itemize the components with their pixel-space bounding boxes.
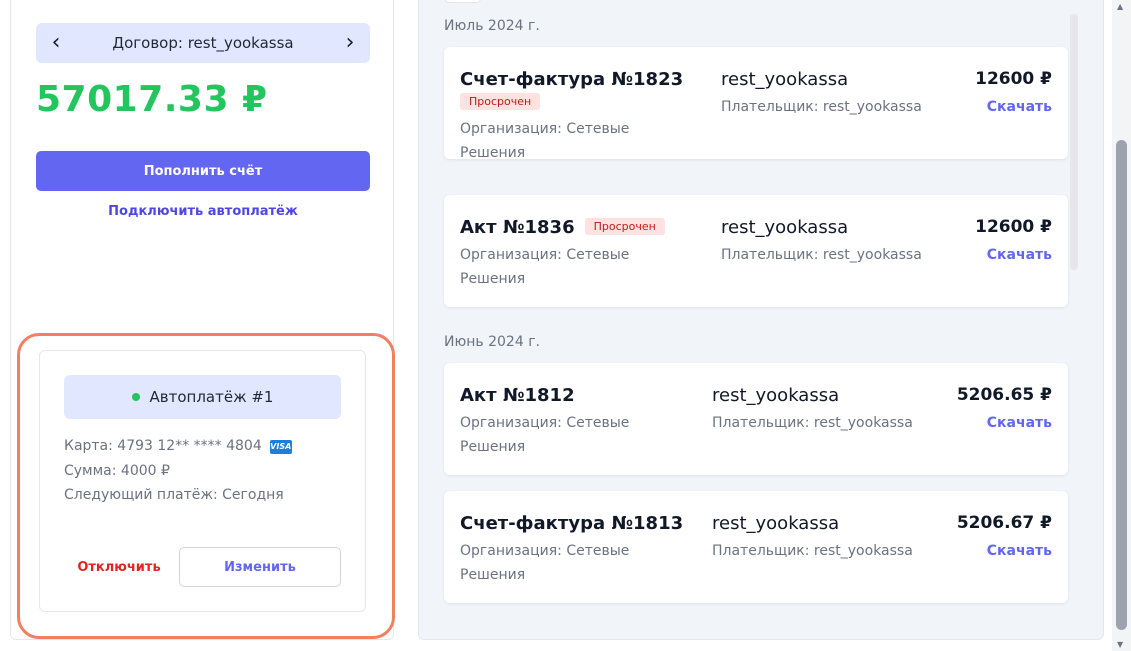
autopay-amount: Сумма: 4000 ₽ [64,463,170,479]
document-title: Счет-фактура №1813 [460,513,684,534]
balance-amount: 57017.33 ₽ [36,79,268,120]
connect-autopay-link[interactable]: Подключить автоплатёж [36,204,370,219]
document-amount: 12600 ₽ [975,217,1052,237]
autopay-header: Автоплатёж #1 [64,375,341,419]
autopay-card-line: Карта: 4793 12** **** 4804 VISA [64,438,292,454]
document-contract: rest_yookassa [721,69,849,90]
document-contract: rest_yookassa [721,217,849,238]
disable-autopay-button[interactable]: Отключить [64,547,174,587]
document-organization: Организация: Сетевые Решения [460,415,630,455]
document-organization: Организация: Сетевые Решения [460,543,630,583]
document-amount: 5206.67 ₽ [956,513,1052,533]
visa-icon: VISA [269,440,292,454]
document-payer: Плательщик: rest_yookassa [712,415,913,431]
change-autopay-button[interactable]: Изменить [179,547,341,587]
document-title: Счет-фактура №1823 [460,69,684,90]
document-contract: rest_yookassa [712,513,840,534]
contract-switcher: ‹ Договор: rest_yookassa › [36,23,370,63]
chevron-left-icon[interactable]: ‹ [48,32,64,54]
documents-panel: Июль 2024 г. Счет-фактура №1823 Просроче… [418,0,1104,640]
download-link[interactable]: Скачать [987,543,1052,559]
document-payer: Плательщик: rest_yookassa [721,247,922,263]
autopay-title: Автоплатёж #1 [149,388,274,406]
month-label: Июнь 2024 г. [444,334,540,350]
window-scrollbar[interactable]: ▲ ▼ [1112,0,1131,651]
scroll-up-icon[interactable]: ▲ [1117,2,1123,11]
contract-label: Договор: rest_yookassa [112,34,294,52]
billing-page: ‹ Договор: rest_yookassa › 57017.33 ₽ По… [0,0,1131,651]
status-dot-icon [131,393,140,401]
overdue-badge: Просрочен [460,93,541,110]
document-payer: Плательщик: rest_yookassa [712,543,913,559]
tab-stub[interactable] [445,0,481,3]
card-number: Карта: 4793 12** **** 4804 [64,438,262,454]
download-link[interactable]: Скачать [987,247,1052,263]
scrollbar-thumb[interactable] [1116,140,1127,630]
download-link[interactable]: Скачать [987,99,1052,115]
document-title: Акт №1812 [460,385,575,406]
document-organization: Организация: Сетевые Решения [460,247,630,287]
document-payer: Плательщик: rest_yookassa [721,99,922,115]
autopay-card: Автоплатёж #1 Карта: 4793 12** **** 4804… [39,350,366,612]
topup-button[interactable]: Пополнить счёт [36,151,370,191]
download-link[interactable]: Скачать [987,415,1052,431]
month-label: Июль 2024 г. [444,18,540,34]
document-contract: rest_yookassa [712,385,840,406]
document-card: Акт №1836 Просрочен Организация: Сетевые … [444,195,1068,307]
document-card: Акт №1812 Организация: Сетевые Решения r… [444,363,1068,475]
documents-scrollbar[interactable] [1070,14,1078,270]
document-amount: 5206.65 ₽ [956,385,1052,405]
chevron-right-icon[interactable]: › [342,32,358,54]
scroll-down-icon[interactable]: ▼ [1117,640,1123,649]
document-amount: 12600 ₽ [975,69,1052,89]
document-title-row: Акт №1836 Просрочен [460,217,665,238]
document-title: Акт №1836 [460,217,575,238]
overdue-badge: Просрочен [584,218,665,235]
document-organization: Организация: Сетевые Решения [460,121,630,161]
autopay-next-payment: Следующий платёж: Сегодня [64,487,284,503]
document-card: Счет-фактура №1823 Просрочен Организация… [444,47,1068,161]
document-card: Счет-фактура №1813 Организация: Сетевые … [444,491,1068,603]
